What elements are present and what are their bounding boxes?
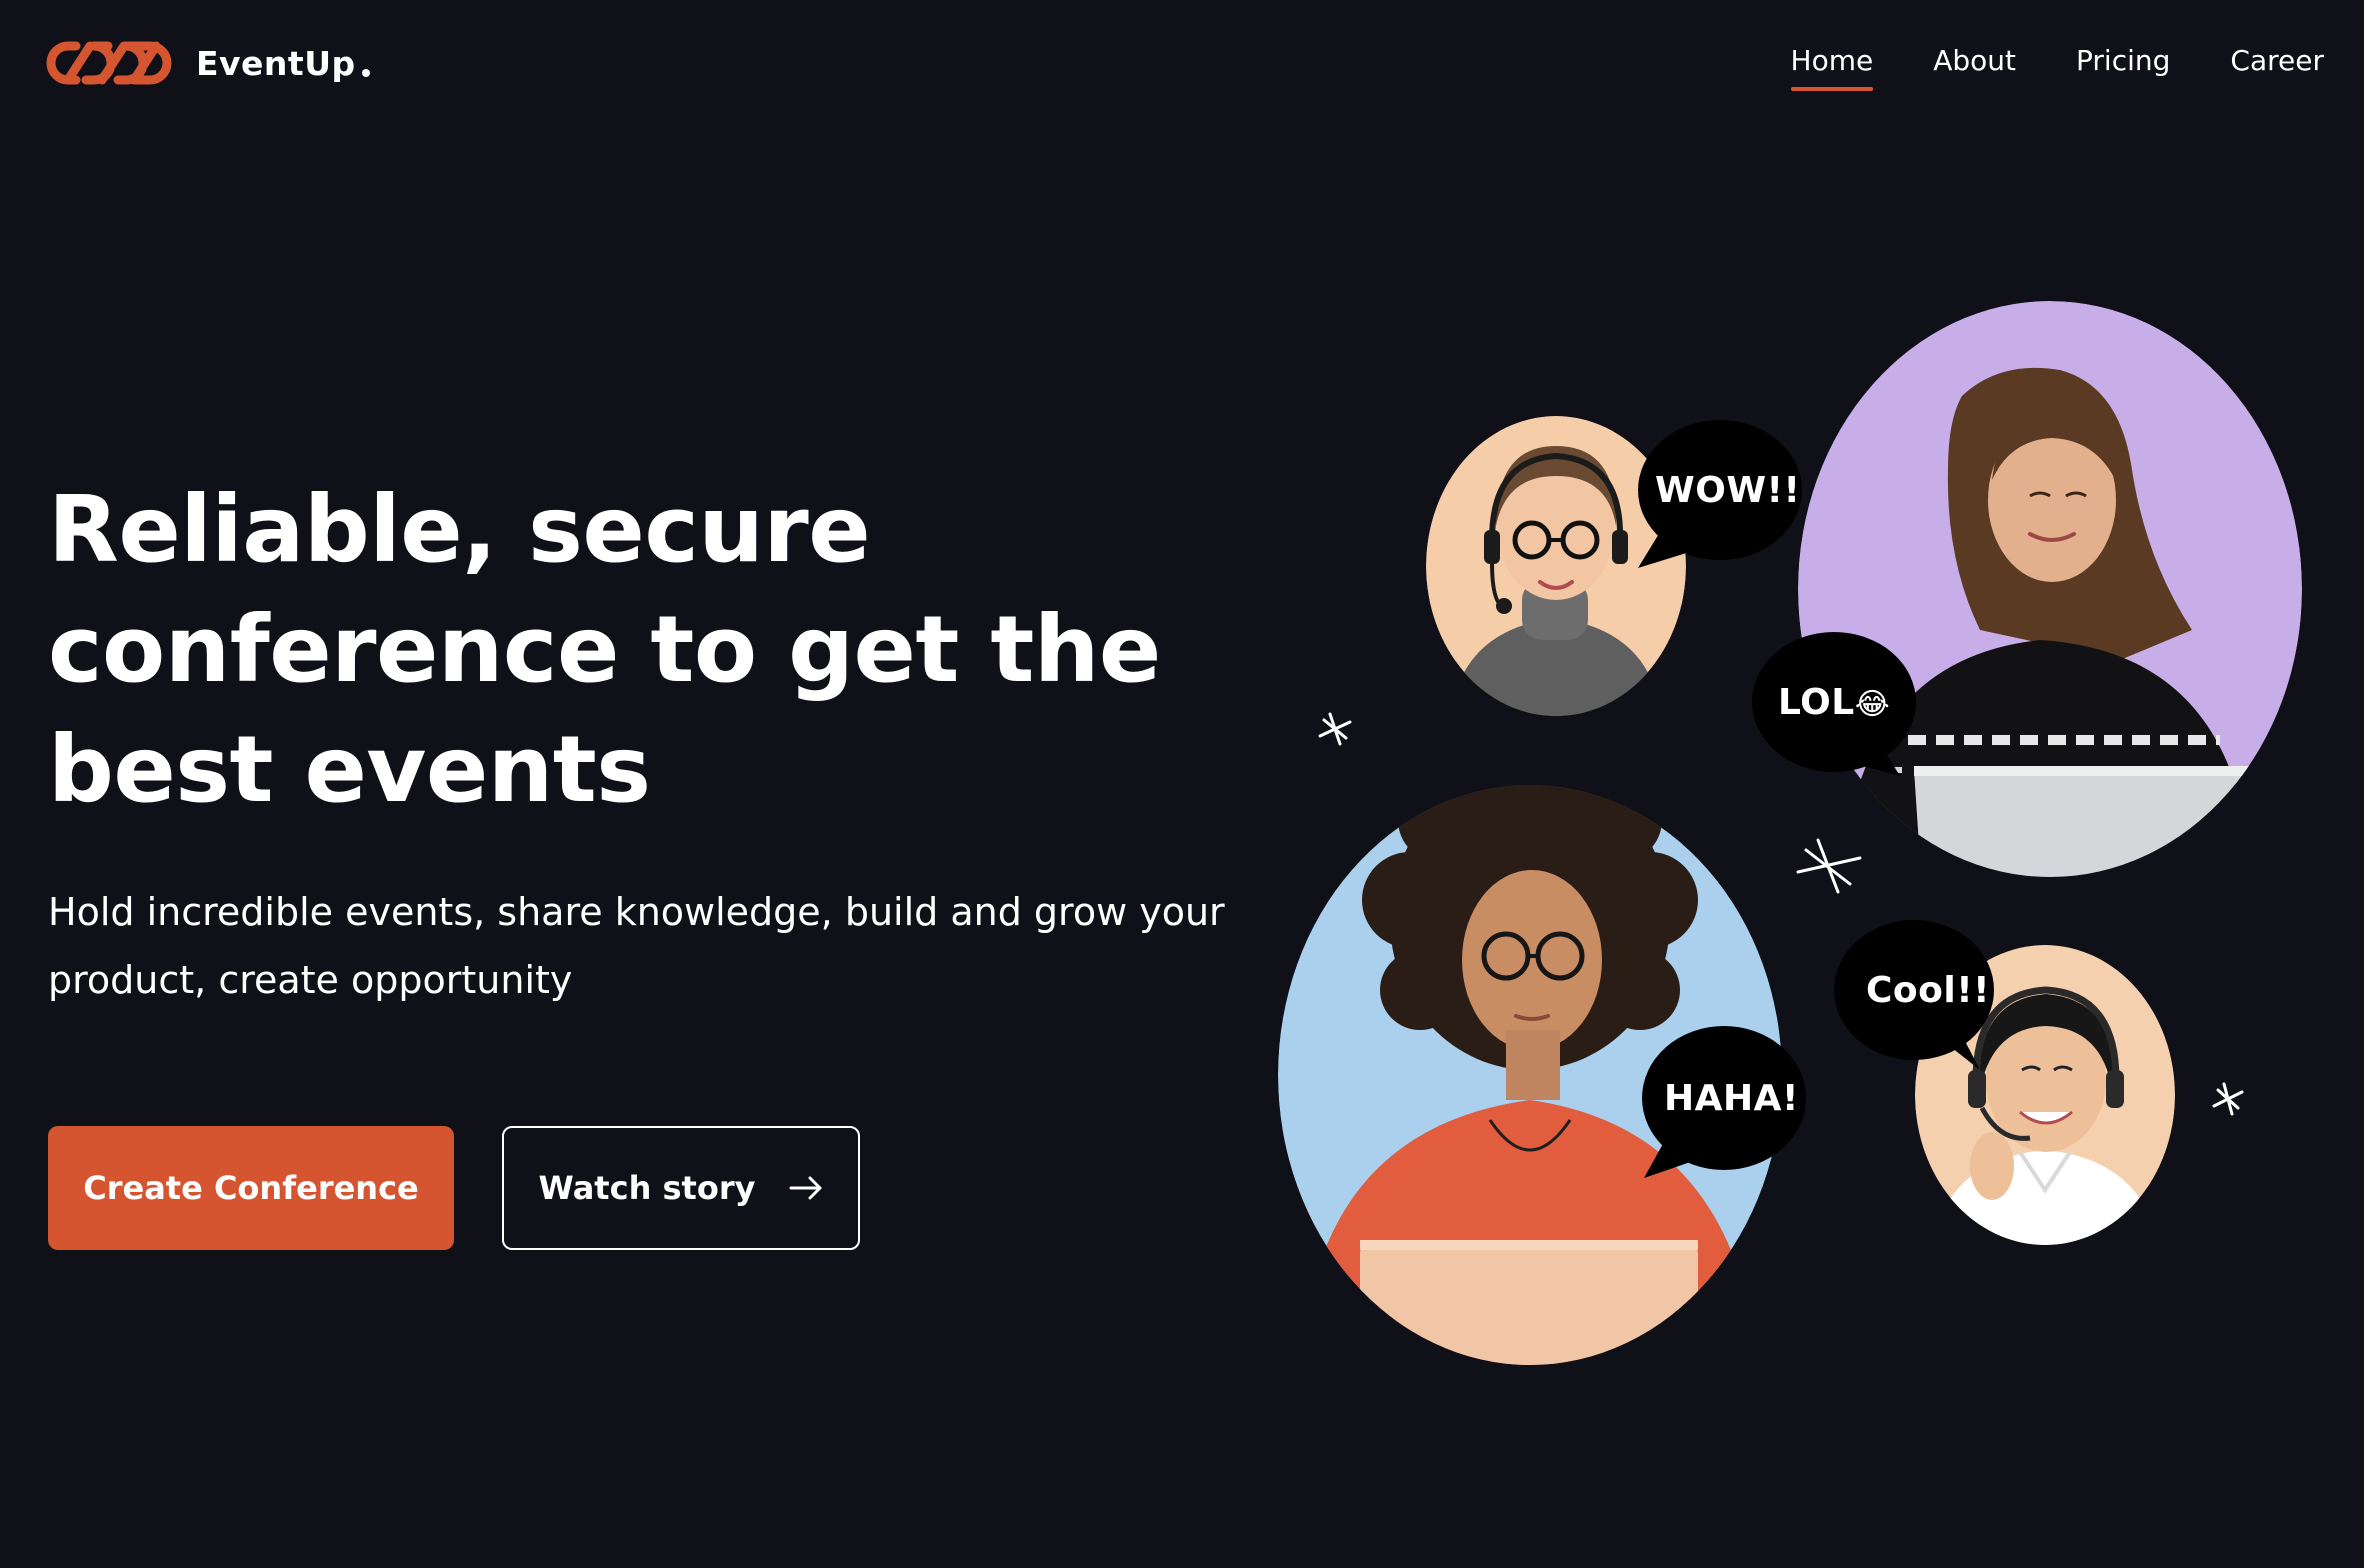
create-conference-label: Create Conference [83, 1169, 419, 1207]
bubble-text-lol: LOL😂 [1778, 682, 1891, 723]
laughing-emoji-icon: 😂 [1854, 687, 1891, 722]
sparkle-icon [1796, 838, 1862, 894]
people-illustration [1278, 301, 2302, 1365]
nav-item-career[interactable]: Career [2230, 44, 2324, 91]
bubble-text-haha: HAHA! [1664, 1078, 1799, 1119]
create-conference-button[interactable]: Create Conference [48, 1126, 454, 1250]
arrow-right-icon [789, 1176, 822, 1200]
sparkle-icon [1318, 712, 1352, 746]
bubble-text-cool: Cool!! [1866, 970, 1991, 1011]
sparkle-icon [2212, 1082, 2244, 1116]
avatar-laptop-woman [1798, 301, 2302, 877]
bubble-text-wow: WOW!! [1655, 470, 1801, 511]
nav-item-pricing[interactable]: Pricing [2076, 44, 2170, 91]
brand-name: EventUp [196, 44, 370, 83]
hero-subtitle: Hold incredible events, share knowledge,… [48, 890, 1225, 1002]
chain-links-logo-icon [46, 41, 172, 85]
hero-illustration: WOW!! LOL😂 Cool!! HAHA! [1240, 300, 2364, 1440]
watch-story-label: Watch story [538, 1169, 756, 1207]
brand-dot [361, 68, 370, 77]
hero-headline: Reliable, secure conference to get the b… [48, 476, 1161, 823]
watch-story-button[interactable]: Watch story [502, 1126, 860, 1250]
nav-item-home[interactable]: Home [1790, 44, 1873, 91]
nav-item-about[interactable]: About [1933, 44, 2016, 91]
logo[interactable]: EventUp [46, 36, 370, 90]
landing-page: EventUp Home About Pricing Career Reliab… [0, 0, 2364, 1568]
main-nav: Home About Pricing Career [1731, 44, 2324, 91]
